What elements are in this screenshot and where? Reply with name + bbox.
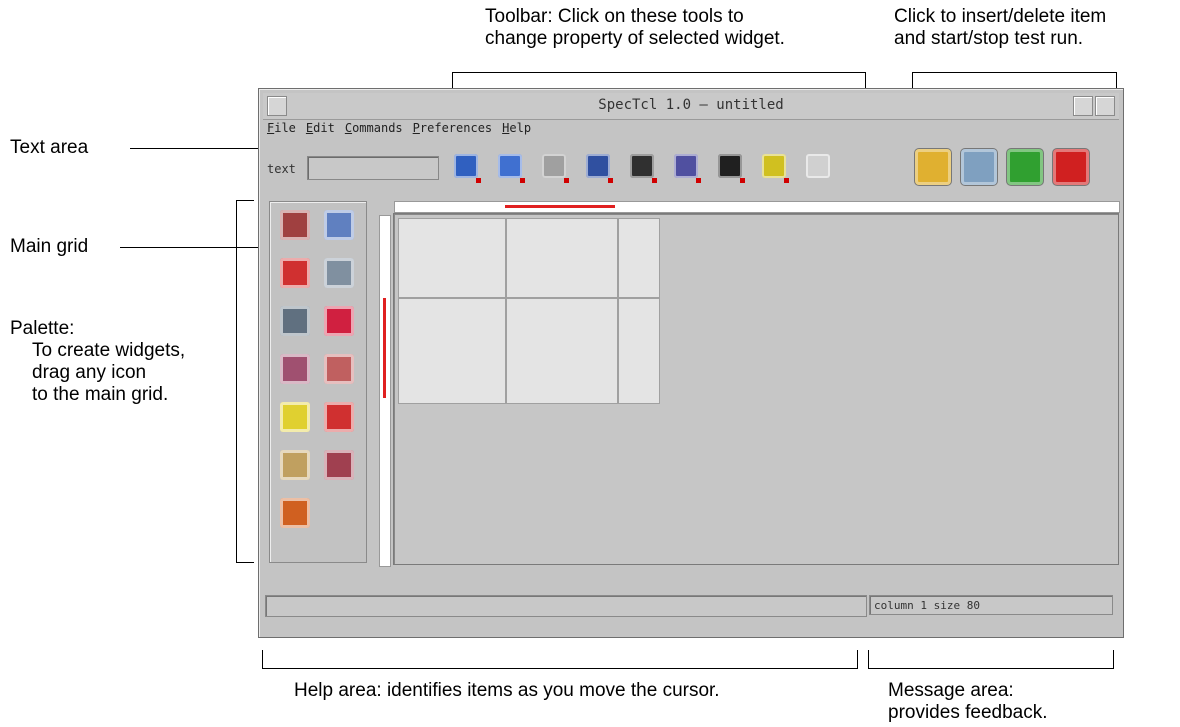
row-ruler[interactable]: [379, 215, 391, 567]
grid-cell[interactable]: [618, 218, 660, 298]
main-grid[interactable]: [393, 213, 1119, 565]
grid-cell[interactable]: [506, 298, 618, 404]
menu-bar: File Edit Commands Preferences Help: [267, 121, 531, 141]
minimize-button[interactable]: [1073, 96, 1093, 116]
message-area-annotation: Message area: provides feedback.: [888, 680, 1048, 723]
frame-color-icon[interactable]: [451, 151, 481, 183]
spectcl-window: SpecTcl 1.0 – untitled File Edit Command…: [258, 88, 1124, 638]
message-area-bracket: [868, 668, 1114, 669]
insert-annotation: Click to insert/delete item and start/st…: [894, 6, 1107, 49]
padding-icon[interactable]: [759, 151, 789, 183]
row-ruler-marker[interactable]: [383, 298, 386, 398]
column-ruler-marker[interactable]: [505, 205, 615, 208]
text-area-annotation: Text area: [10, 137, 89, 158]
message-widget-icon[interactable]: [280, 402, 310, 432]
text-widget-icon[interactable]: [280, 498, 310, 528]
maximize-button[interactable]: [1095, 96, 1115, 116]
relief-icon[interactable]: [715, 151, 745, 183]
insert-item-icon[interactable]: [915, 149, 951, 185]
column-ruler[interactable]: [394, 201, 1120, 213]
main-grid-annotation: Main grid: [10, 236, 89, 257]
grid-cell[interactable]: [618, 298, 660, 404]
menu-edit[interactable]: Edit: [306, 121, 335, 141]
foreground-color-icon[interactable]: [627, 151, 657, 183]
font-style-icon[interactable]: [583, 151, 613, 183]
canvas-widget-icon[interactable]: [324, 210, 354, 240]
palette-annotation: Palette: To create widgets, drag any ico…: [10, 318, 186, 405]
label-widget-icon[interactable]: [324, 306, 354, 336]
text-anchor-icon[interactable]: [539, 151, 569, 183]
palette: [269, 201, 367, 563]
insert-bracket: [912, 72, 1117, 73]
message-area: column 1 size 80: [869, 595, 1113, 615]
background-color-icon[interactable]: [671, 151, 701, 183]
grid-cell[interactable]: [398, 298, 506, 404]
disabled-tool-icon[interactable]: [803, 151, 833, 183]
palette-bracket: [236, 200, 237, 562]
title-bar[interactable]: SpecTcl 1.0 – untitled: [263, 93, 1119, 120]
text-area-input[interactable]: [307, 156, 439, 180]
scrollbar-widget-icon[interactable]: [324, 450, 354, 480]
checkbutton-widget-icon[interactable]: [280, 258, 310, 288]
text-label: text: [267, 162, 296, 176]
menu-widget-icon[interactable]: [324, 354, 354, 384]
window-title: SpecTcl 1.0 – untitled: [598, 97, 784, 113]
help-area-bracket: [262, 668, 858, 669]
listbox-widget-icon[interactable]: [280, 354, 310, 384]
help-area-annotation: Help area: identifies items as you move …: [294, 680, 720, 701]
grid-cell[interactable]: [506, 218, 618, 298]
menu-help[interactable]: Help: [502, 121, 531, 141]
grid-cell[interactable]: [398, 218, 506, 298]
scale-widget-icon[interactable]: [280, 450, 310, 480]
toolbar-bracket: [452, 72, 866, 73]
font-icon[interactable]: [495, 151, 525, 183]
start-test-run-icon[interactable]: [1007, 149, 1043, 185]
menu-commands[interactable]: Commands: [345, 121, 403, 141]
help-area: [265, 595, 867, 617]
toolbar-annotation: Toolbar: Click on these tools to change …: [485, 6, 785, 49]
radiobutton-widget-icon[interactable]: [324, 402, 354, 432]
delete-trash-icon[interactable]: [961, 149, 997, 185]
frame-widget-icon[interactable]: [324, 258, 354, 288]
entry-widget-icon[interactable]: [280, 306, 310, 336]
stop-test-run-icon[interactable]: [1053, 149, 1089, 185]
button-widget-icon[interactable]: [280, 210, 310, 240]
menu-file[interactable]: File: [267, 121, 296, 141]
menu-preferences[interactable]: Preferences: [413, 121, 492, 141]
